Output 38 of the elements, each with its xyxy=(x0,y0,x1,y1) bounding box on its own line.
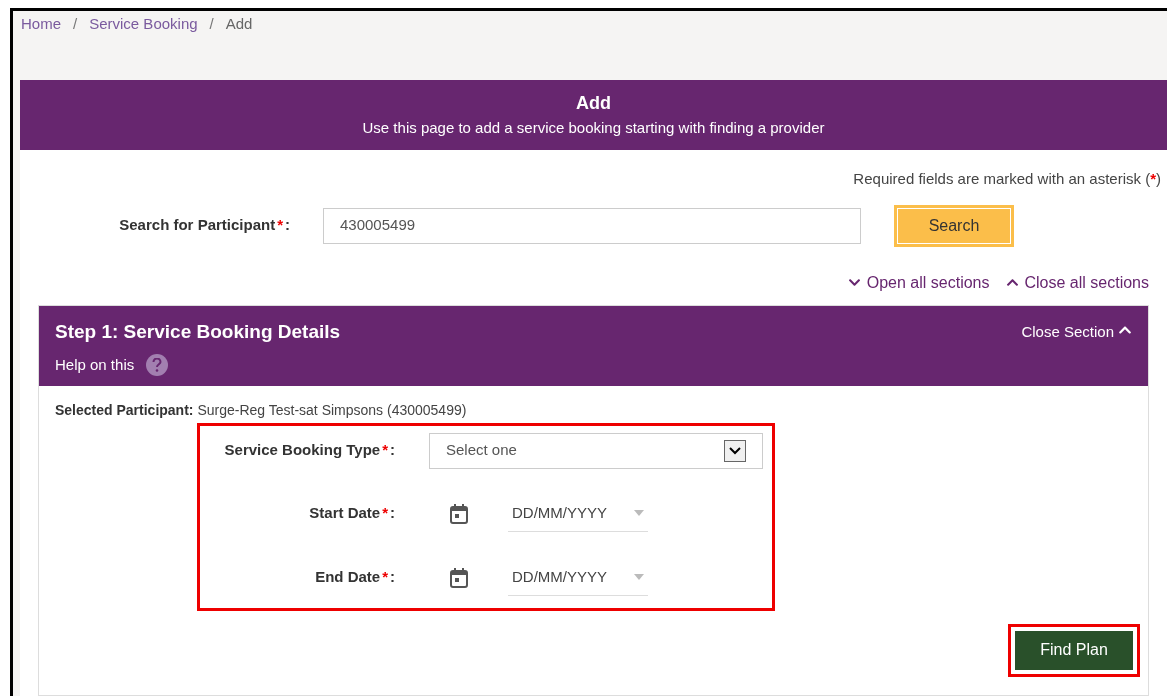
dropdown-icon[interactable] xyxy=(724,439,746,462)
field-label: Start Date xyxy=(309,503,381,524)
page-title: Add xyxy=(576,92,611,116)
selected-participant: Selected Participant: Surge-Reg Test-sat Simpsons (430005499) xyxy=(55,400,468,420)
help-icon[interactable] xyxy=(146,354,169,377)
chevron-up-icon xyxy=(1005,276,1019,289)
page-subtitle: Use this page to add a service booking starting with finding a provider xyxy=(362,118,825,139)
find-plan-button[interactable]: Find Plan xyxy=(1015,630,1133,670)
field-label: End Date xyxy=(315,567,381,588)
label-colon: : xyxy=(285,215,290,236)
required-mark: * xyxy=(382,440,388,461)
breadcrumb-current: Add xyxy=(225,13,253,34)
close-section-button[interactable]: Close Section xyxy=(1021,320,1132,386)
date-field[interactable]: DD/MM/YYYY xyxy=(508,495,648,532)
help-link[interactable]: Help on this xyxy=(55,354,135,377)
breadcrumb-separator: / xyxy=(73,13,78,34)
field-label: Search for Participant xyxy=(119,215,276,236)
required-mark: * xyxy=(382,503,388,524)
select-field[interactable]: Select one xyxy=(429,432,763,469)
search-button[interactable]: Search xyxy=(894,204,1014,247)
breadcrumb-separator: / xyxy=(209,13,214,34)
date-field[interactable]: DD/MM/YYYY xyxy=(508,559,648,596)
required-note: Required fields are marked with an asterisk (*) xyxy=(853,169,1161,189)
section-title: Step 1: Service Booking Details xyxy=(55,319,341,344)
required-mark: * xyxy=(277,215,283,236)
section-toggle-link[interactable]: Close all sections xyxy=(1005,270,1149,295)
breadcrumb-link[interactable]: Service Booking xyxy=(89,12,198,36)
breadcrumb-link[interactable]: Home xyxy=(21,12,61,36)
field-label: Service Booking Type xyxy=(224,440,381,461)
search-field[interactable]: 430005499 xyxy=(323,207,861,244)
required-mark: * xyxy=(382,567,388,588)
label-colon: : xyxy=(390,567,395,588)
section-toggle-link[interactable]: Open all sections xyxy=(847,270,990,295)
label-colon: : xyxy=(390,503,395,524)
label-colon: : xyxy=(390,440,395,461)
calendar-icon[interactable] xyxy=(450,567,468,588)
calendar-icon[interactable] xyxy=(450,503,468,524)
chevron-down-icon xyxy=(847,276,861,289)
